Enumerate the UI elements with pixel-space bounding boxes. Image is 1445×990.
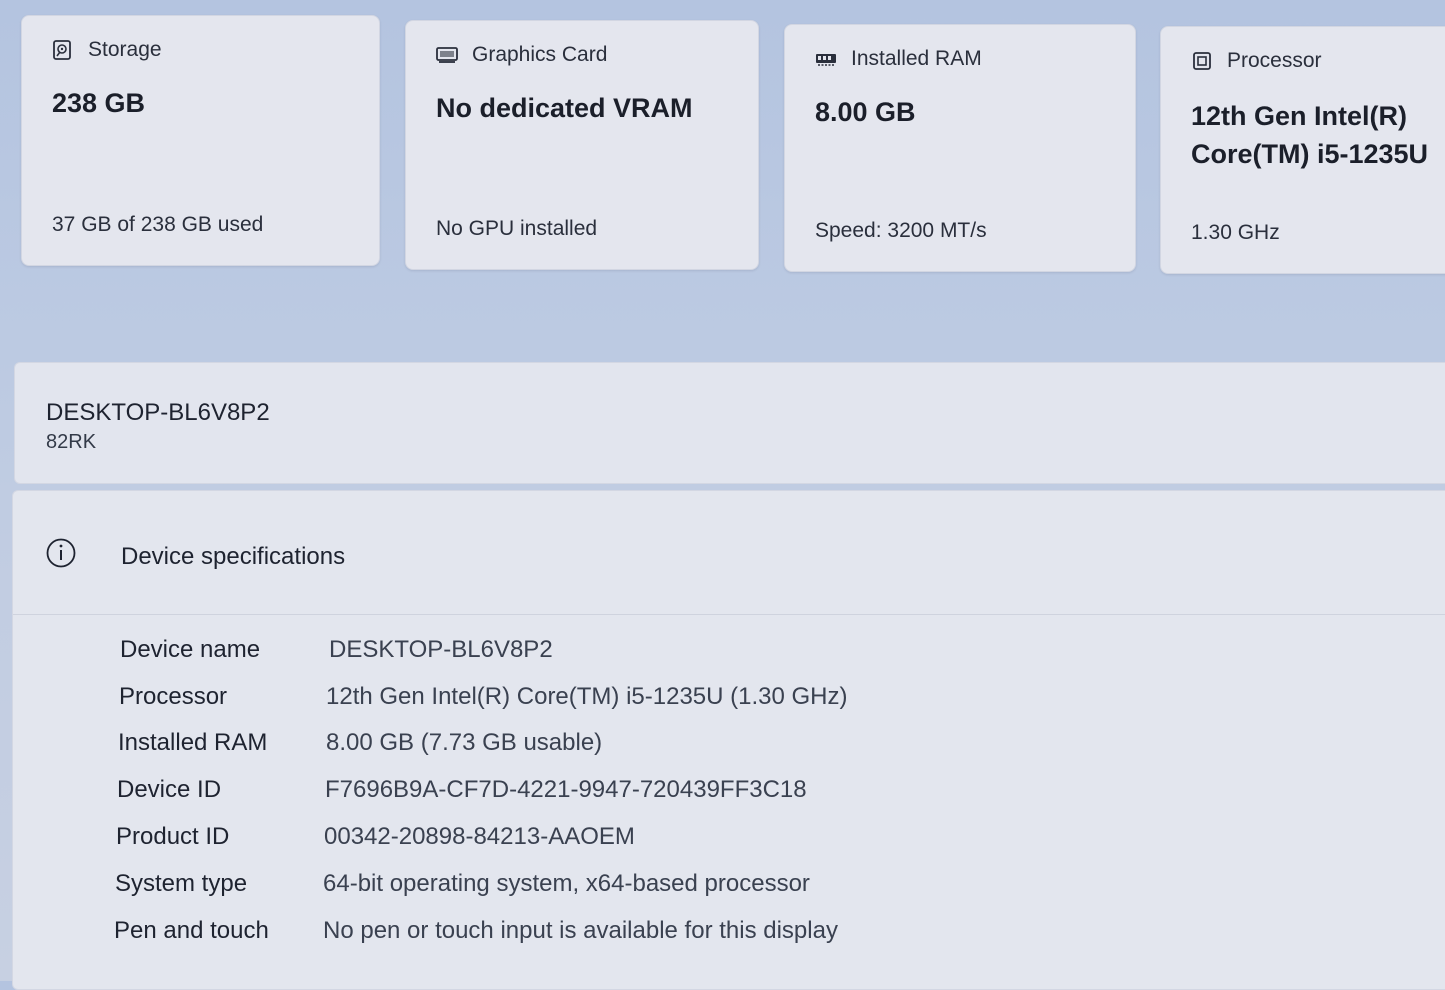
device-specifications-panel: Device specifications Device name DESKTO… (12, 490, 1445, 990)
spec-row-processor: Processor 12th Gen Intel(R) Core(TM) i5-… (13, 683, 1445, 723)
spec-label: Installed RAM (118, 729, 268, 756)
spec-value: 64-bit operating system, x64-based proce… (323, 870, 810, 897)
spec-value: No pen or touch input is available for t… (323, 917, 838, 944)
processor-card-title: Processor (1227, 49, 1322, 72)
info-icon (46, 538, 76, 568)
spec-label: Device ID (117, 776, 222, 803)
processor-card-clock: 1.30 GHz (1191, 221, 1280, 244)
graphics-card-header: Graphics Card (436, 43, 607, 67)
graphics-card-title: Graphics Card (472, 43, 608, 66)
storage-card-header: Storage (52, 38, 162, 62)
spec-label: Product ID (116, 823, 230, 850)
ram-card-title: Installed RAM (851, 47, 982, 70)
graphics-card-value: No dedicated VRAM (436, 93, 693, 123)
storage-card-usage: 37 GB of 238 GB used (52, 213, 264, 236)
processor-card-value-line1: 12th Gen Intel(R) (1191, 101, 1408, 131)
processor-card-header: Processor (1191, 49, 1322, 73)
spec-row-installed-ram: Installed RAM 8.00 GB (7.73 GB usable) (13, 729, 1445, 769)
storage-card-value: 238 GB (52, 88, 146, 118)
graphics-card-status: No GPU installed (436, 217, 598, 240)
device-specifications-title: Device specifications (121, 543, 346, 570)
ram-card: Installed RAM 8.00 GB Speed: 3200 MT/s (784, 24, 1136, 272)
spec-row-system-type: System type 64-bit operating system, x64… (13, 870, 1445, 910)
spec-value: DESKTOP-BL6V8P2 (329, 636, 553, 663)
processor-card-value: 12th Gen Intel(R) Core(TM) i5-1235U (1191, 97, 1428, 173)
spec-row-product-id: Product ID 00342-20898-84213-AAOEM (13, 823, 1445, 863)
spec-row-pen-and-touch: Pen and touch No pen or touch input is a… (13, 917, 1445, 957)
ram-card-header: Installed RAM (815, 47, 982, 71)
graphics-card-icon (436, 47, 458, 63)
ram-card-value: 8.00 GB (815, 97, 916, 127)
storage-card-title: Storage (88, 38, 162, 61)
ram-card-speed: Speed: 3200 MT/s (815, 219, 987, 242)
spec-label: Device name (120, 636, 261, 663)
processor-card: Processor 12th Gen Intel(R) Core(TM) i5-… (1160, 26, 1445, 274)
spec-label: Processor (119, 683, 228, 710)
processor-icon (1193, 52, 1211, 70)
spec-label: Pen and touch (114, 917, 269, 944)
spec-value: 8.00 GB (7.73 GB usable) (326, 729, 603, 756)
spec-row-device-name: Device name DESKTOP-BL6V8P2 (13, 636, 1445, 676)
device-banner: DESKTOP-BL6V8P2 82RK (14, 362, 1445, 484)
spec-value: F7696B9A-CF7D-4221-9947-720439FF3C18 (325, 776, 807, 803)
graphics-card-card: Graphics Card No dedicated VRAM No GPU i… (405, 20, 759, 270)
device-model: 82RK (46, 431, 97, 453)
spec-value: 12th Gen Intel(R) Core(TM) i5-1235U (1.3… (326, 683, 848, 710)
spec-row-device-id: Device ID F7696B9A-CF7D-4221-9947-720439… (13, 776, 1445, 816)
ram-icon (816, 54, 836, 66)
spec-label: System type (115, 870, 248, 897)
storage-icon (53, 40, 71, 60)
device-specifications-header[interactable]: Device specifications (13, 491, 1445, 615)
storage-card: Storage 238 GB 37 GB of 238 GB used (21, 15, 380, 266)
device-hostname: DESKTOP-BL6V8P2 (46, 399, 270, 426)
processor-card-value-line2: Core(TM) i5-1235U (1191, 139, 1429, 169)
spec-value: 00342-20898-84213-AAOEM (324, 823, 635, 850)
